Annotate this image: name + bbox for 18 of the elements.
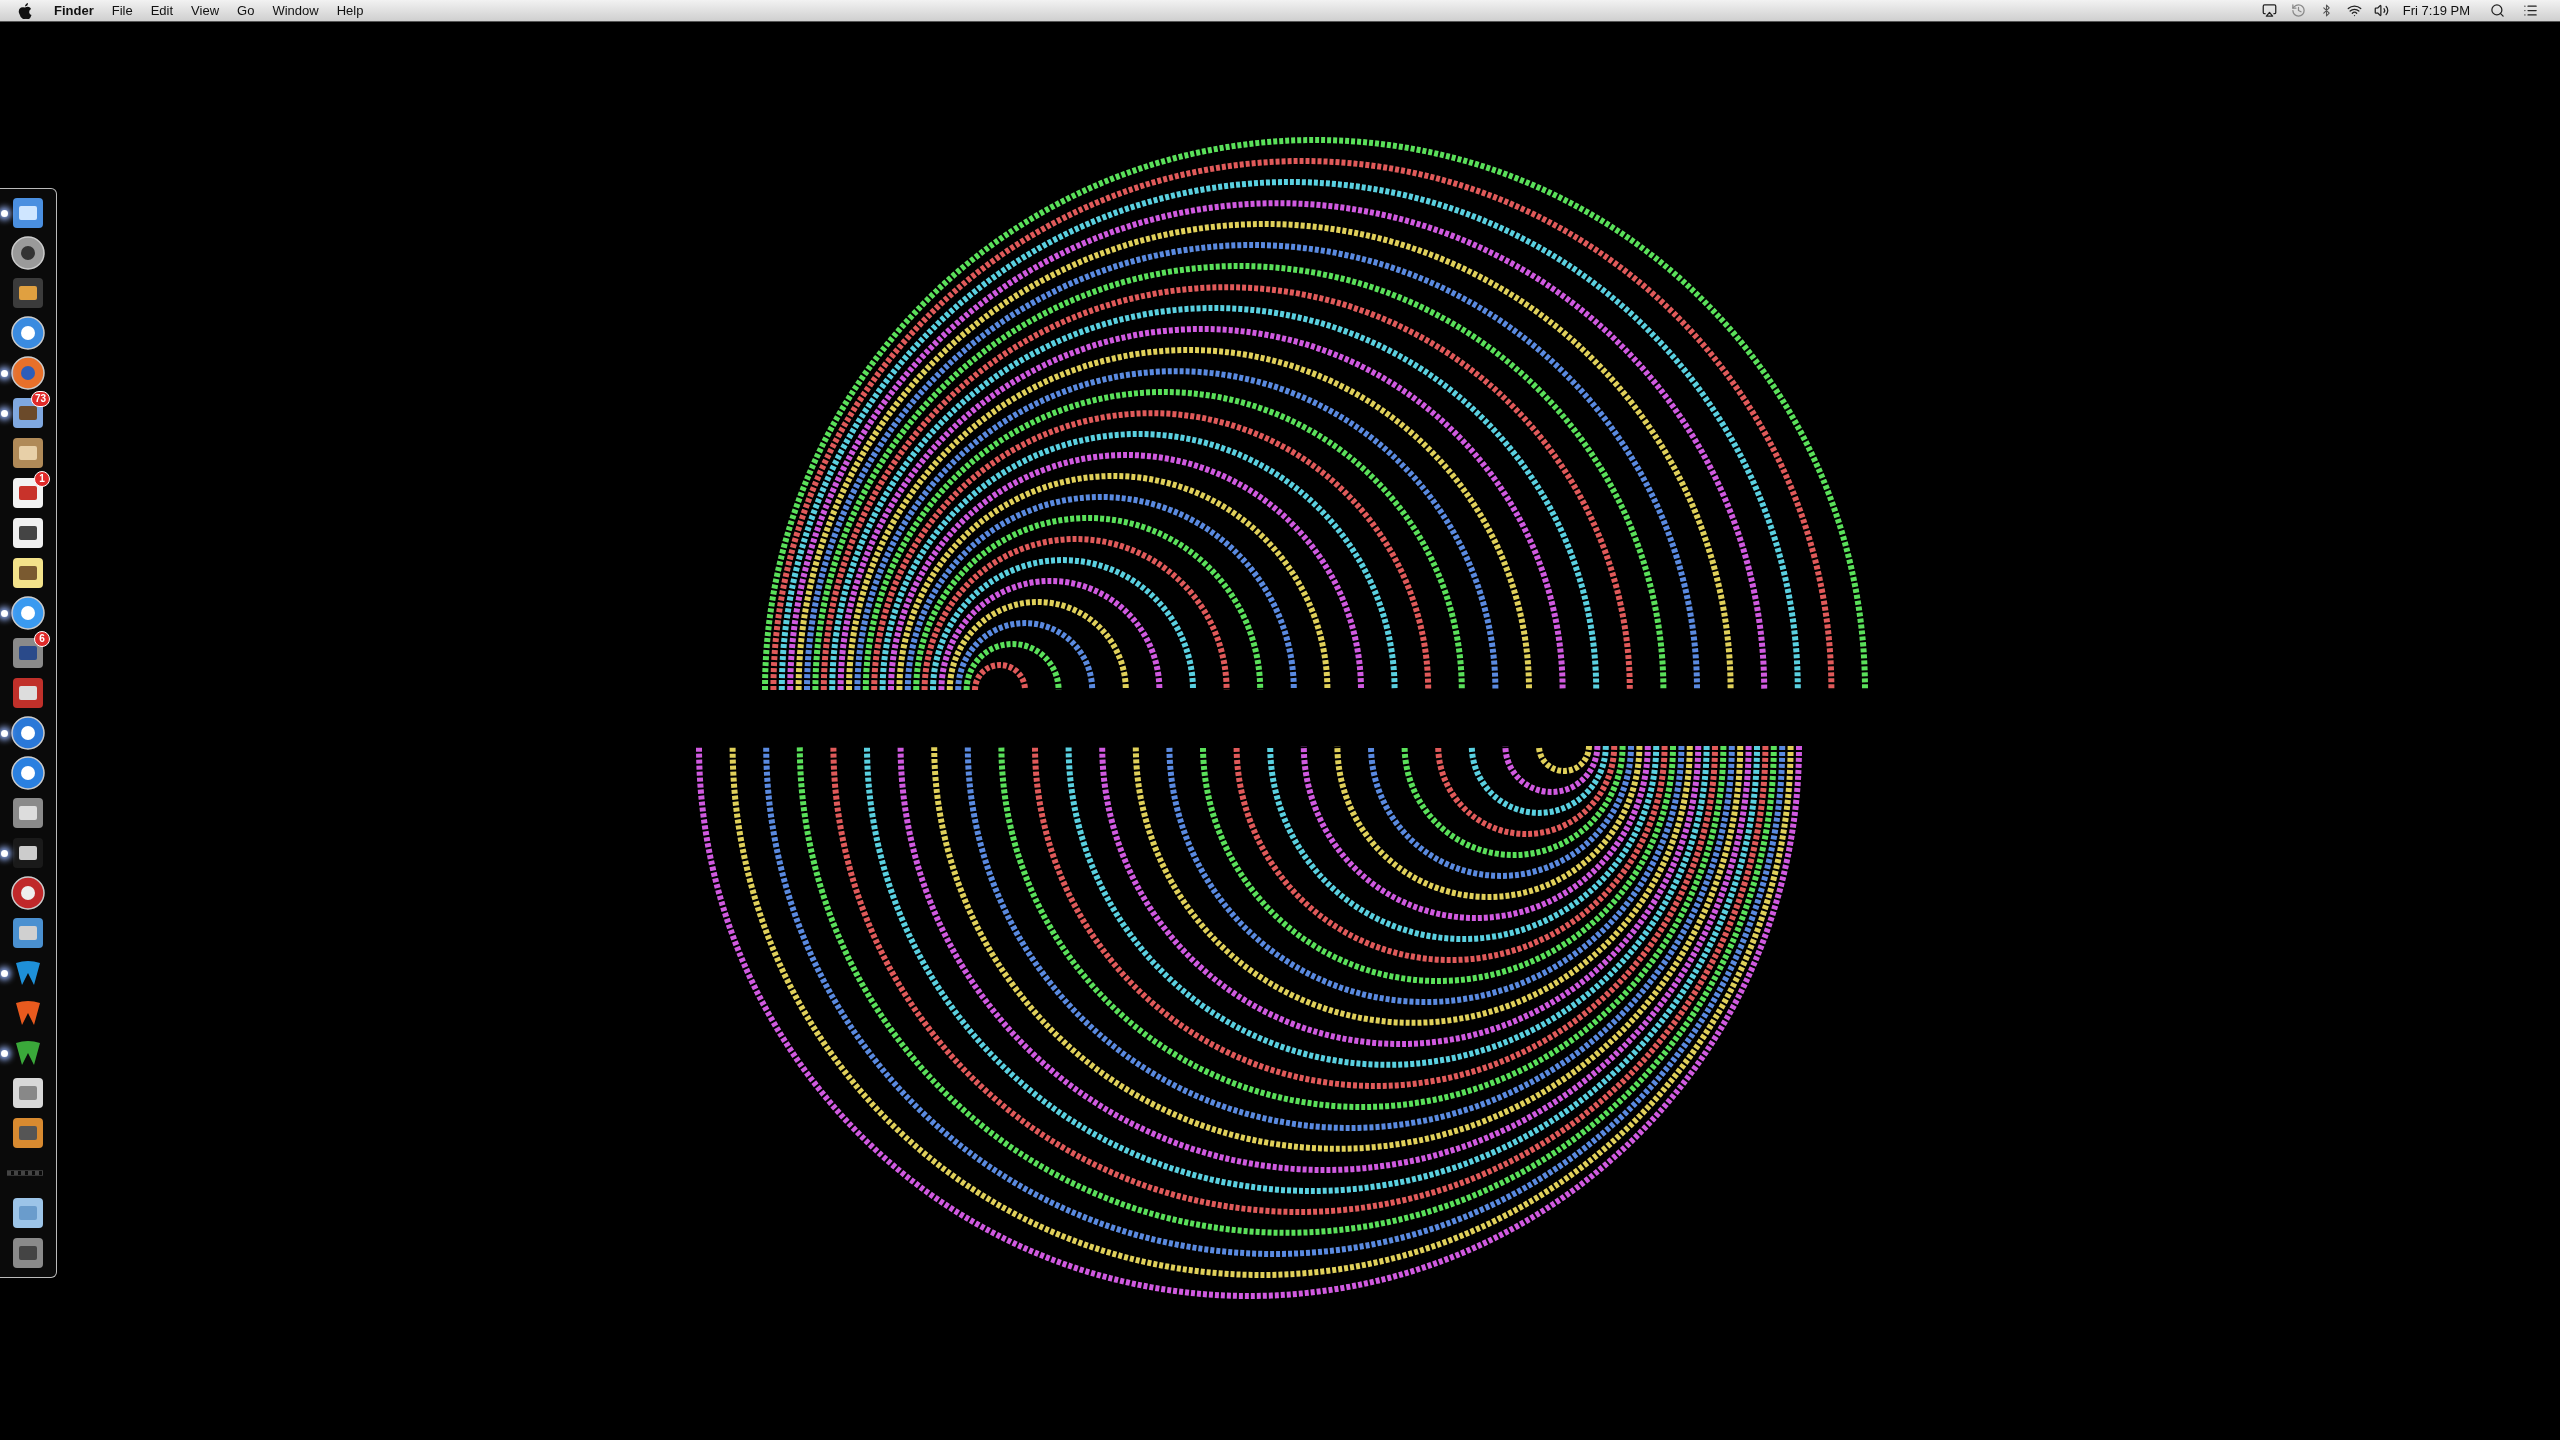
menu-item[interactable]: Help xyxy=(336,0,364,21)
menu-item[interactable]: File xyxy=(111,0,133,21)
clock-history-icon[interactable] xyxy=(2290,3,2306,18)
airplay-icon[interactable] xyxy=(2261,3,2277,18)
menu-item[interactable]: Go xyxy=(237,0,255,21)
menu-item[interactable]: Window xyxy=(272,0,319,21)
menu-item[interactable]: Finder xyxy=(54,0,94,21)
notification-badge: 73 xyxy=(30,391,50,407)
menu-item[interactable]: Edit xyxy=(150,0,174,21)
notification-badge: 6 xyxy=(34,631,50,647)
search-icon[interactable] xyxy=(2490,3,2505,18)
notification-badge: 1 xyxy=(34,471,50,487)
menu-list-icon[interactable] xyxy=(2523,3,2538,18)
volume-icon[interactable] xyxy=(2373,3,2389,18)
menu-item[interactable]: View xyxy=(191,0,220,21)
menu-clock[interactable]: Fri 7:19 PM xyxy=(2402,0,2470,21)
wifi-icon[interactable] xyxy=(2346,3,2362,18)
apple-logo-icon[interactable] xyxy=(18,2,32,19)
